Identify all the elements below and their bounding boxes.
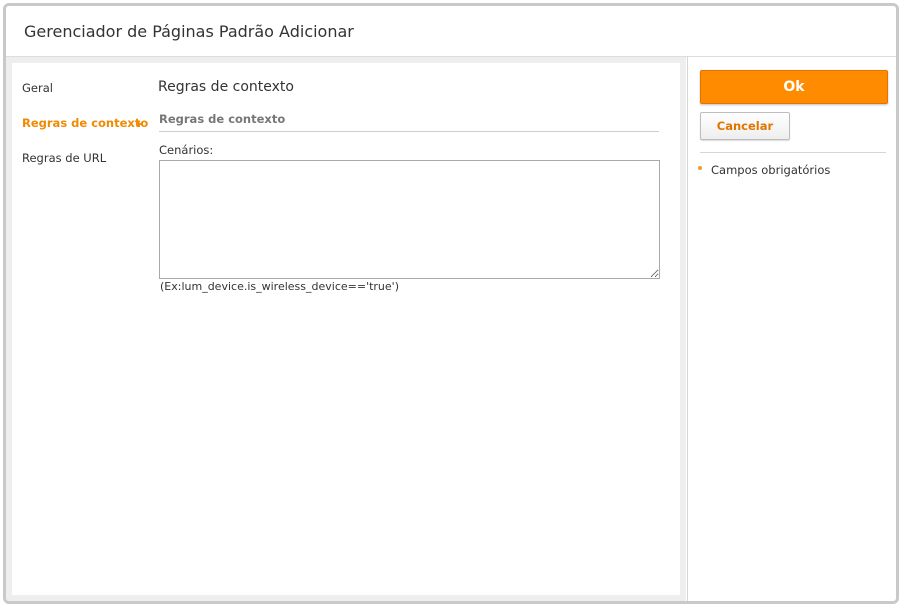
main-content: Geral Regras de contexto Regras de URL R… <box>12 63 680 595</box>
nav-item-geral[interactable]: Geral <box>22 81 53 95</box>
action-sidebar: Ok Cancelar Campos obrigatórios <box>687 57 896 601</box>
section-divider <box>159 131 659 132</box>
required-marker-icon <box>698 166 702 170</box>
nav-item-regras-de-contexto[interactable]: Regras de contexto <box>22 116 148 130</box>
scenarios-textarea[interactable] <box>159 160 660 279</box>
section-heading: Regras de contexto <box>158 79 294 95</box>
ok-button[interactable]: Ok <box>700 70 888 104</box>
window-title: Gerenciador de Páginas Padrão Adicionar <box>24 22 354 41</box>
nav-item-regras-de-url[interactable]: Regras de URL <box>22 151 106 165</box>
sidebar-divider <box>700 152 886 153</box>
scenarios-label: Cenários: <box>159 143 214 157</box>
dialog-window: Gerenciador de Páginas Padrão Adicionar … <box>3 3 899 604</box>
subsection-heading: Regras de contexto <box>159 112 286 126</box>
title-bar: Gerenciador de Páginas Padrão Adicionar <box>6 6 896 57</box>
arrow-right-icon <box>137 121 142 127</box>
scenarios-hint: (Ex:lum_device.is_wireless_device=='true… <box>160 280 399 293</box>
cancel-button[interactable]: Cancelar <box>700 112 790 140</box>
required-fields-label: Campos obrigatórios <box>711 163 831 177</box>
main-panel: Geral Regras de contexto Regras de URL R… <box>6 57 686 601</box>
